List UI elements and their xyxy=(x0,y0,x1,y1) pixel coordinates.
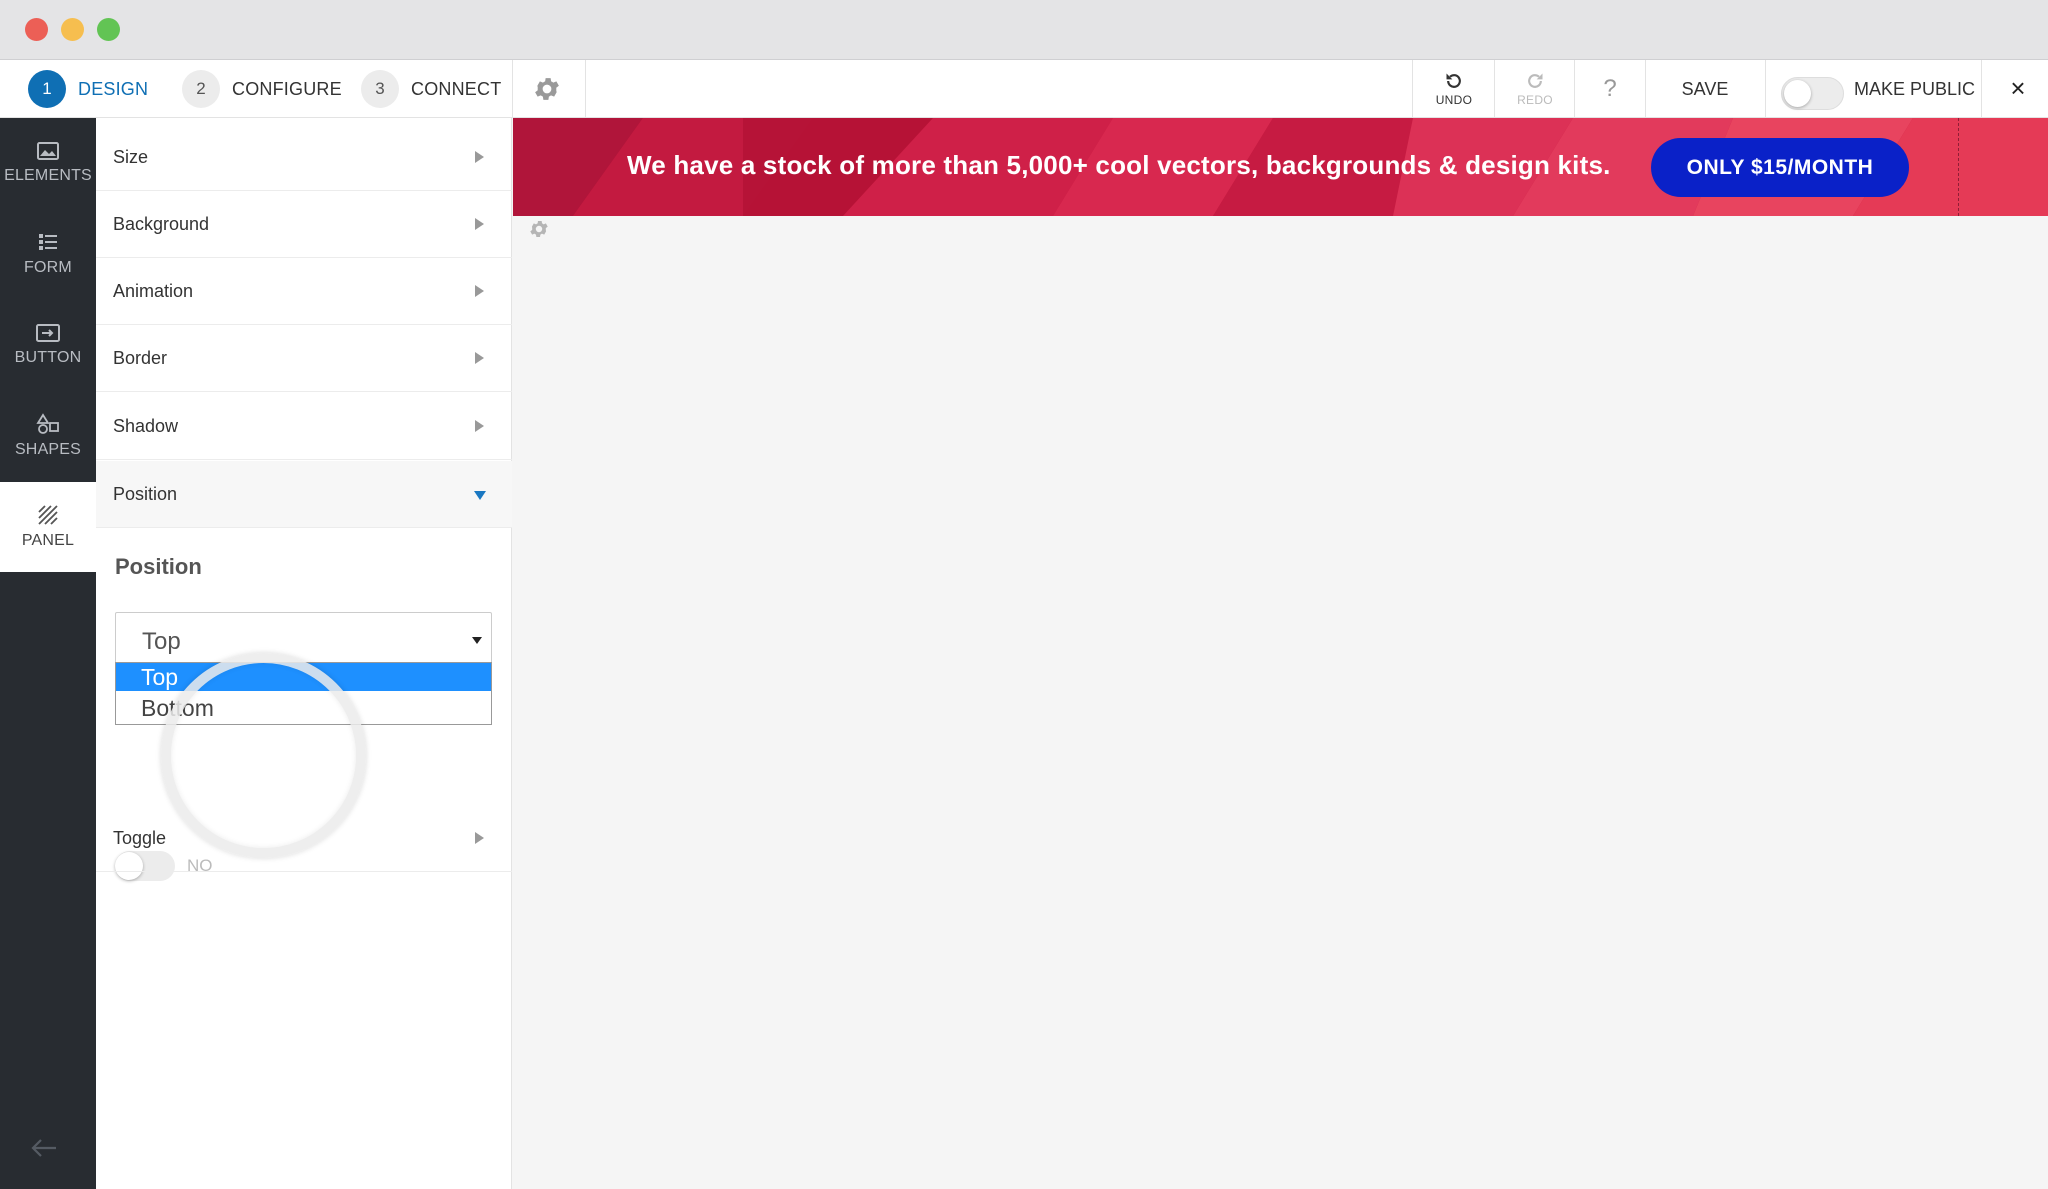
step-number: 1 xyxy=(28,70,66,108)
toggle-knob xyxy=(1784,80,1811,107)
divider xyxy=(585,60,586,118)
nav-label: BUTTON xyxy=(14,349,82,366)
divider xyxy=(512,60,513,118)
section-label: Animation xyxy=(113,280,194,301)
nav-item-elements[interactable]: ELEMENTS xyxy=(0,118,96,208)
image-icon xyxy=(37,142,59,160)
divider xyxy=(1494,60,1495,118)
step-design[interactable]: 1 DESIGN xyxy=(28,60,148,118)
section-background[interactable]: Background xyxy=(96,191,512,258)
guide-line xyxy=(1958,118,1959,216)
undo-button[interactable]: UNDO xyxy=(1416,60,1492,118)
top-toolbar: 1 DESIGN 2 CONFIGURE 3 CONNECT UNDO REDO… xyxy=(0,60,2048,118)
section-toggle[interactable]: Toggle xyxy=(96,805,512,872)
divider xyxy=(1981,60,1982,118)
divider xyxy=(1765,60,1766,118)
section-label: Toggle xyxy=(113,827,167,848)
save-button[interactable]: SAVE xyxy=(1660,60,1750,118)
list-icon xyxy=(39,234,57,250)
back-arrow-icon[interactable] xyxy=(30,1137,66,1165)
option-top[interactable]: Top xyxy=(116,663,491,691)
nav-label: PANEL xyxy=(21,532,75,549)
window-titlebar xyxy=(0,0,2048,60)
step-number: 3 xyxy=(361,70,399,108)
step-label: CONFIGURE xyxy=(232,78,342,99)
maximize-window-button[interactable] xyxy=(97,18,120,41)
section-label: Border xyxy=(113,347,168,368)
option-bottom[interactable]: Bottom xyxy=(116,694,491,722)
divider xyxy=(1645,60,1646,118)
section-position[interactable]: Position xyxy=(96,461,512,528)
expand-arrow-icon xyxy=(475,151,484,163)
redo-label: REDO xyxy=(1517,93,1553,107)
divider xyxy=(1412,60,1413,118)
step-configure[interactable]: 2 CONFIGURE xyxy=(182,60,342,118)
nav-item-panel[interactable]: PANEL xyxy=(0,482,96,572)
expand-arrow-icon xyxy=(475,352,484,364)
expand-arrow-icon xyxy=(475,218,484,230)
section-border[interactable]: Border xyxy=(96,325,512,392)
shapes-icon xyxy=(36,413,59,434)
panel-icon xyxy=(38,505,58,525)
step-label: CONNECT xyxy=(411,78,502,99)
divider xyxy=(1574,60,1575,118)
collapse-arrow-icon xyxy=(474,491,486,500)
cta-button[interactable]: ONLY $15/MONTH xyxy=(1651,138,1909,197)
nav-label: FORM xyxy=(24,259,72,276)
expand-arrow-icon xyxy=(475,420,484,432)
expand-arrow-icon xyxy=(475,832,484,844)
chevron-down-icon xyxy=(472,637,482,644)
undo-icon xyxy=(1446,73,1461,88)
section-shadow[interactable]: Shadow xyxy=(96,393,512,460)
help-button[interactable]: ? xyxy=(1580,60,1640,118)
position-select[interactable]: Top xyxy=(115,612,492,668)
section-label: Shadow xyxy=(113,415,179,436)
settings-gear-icon[interactable] xyxy=(532,74,562,104)
redo-button[interactable]: REDO xyxy=(1497,60,1573,118)
make-public-label: MAKE PUBLIC xyxy=(1854,79,1976,99)
button-icon xyxy=(36,324,60,342)
position-dropdown: Top Bottom xyxy=(115,662,492,725)
banner-settings-gear-icon[interactable] xyxy=(528,218,552,242)
make-public-toggle[interactable] xyxy=(1781,77,1844,110)
nav-item-form[interactable]: FORM xyxy=(0,209,96,299)
banner-text: We have a stock of more than 5,000+ cool… xyxy=(627,150,1611,180)
step-label: DESIGN xyxy=(78,78,149,99)
minimize-window-button[interactable] xyxy=(61,18,84,41)
expand-arrow-icon xyxy=(475,285,484,297)
position-heading: Position xyxy=(115,554,202,579)
section-label: Position xyxy=(113,483,178,504)
section-size[interactable]: Size xyxy=(96,124,512,191)
close-icon[interactable]: × xyxy=(2000,73,2036,105)
close-window-button[interactable] xyxy=(25,18,48,41)
left-nav: ELEMENTS FORM BUTTON SHAPES PANEL xyxy=(0,118,96,1189)
section-label: Background xyxy=(113,213,210,234)
undo-label: UNDO xyxy=(1435,93,1473,107)
settings-panel: Size Background Animation Border Shadow … xyxy=(96,118,512,1189)
redo-icon xyxy=(1528,73,1543,88)
select-value: Top xyxy=(142,628,181,655)
step-connect[interactable]: 3 CONNECT xyxy=(361,60,501,118)
nav-item-shapes[interactable]: SHAPES xyxy=(0,391,96,481)
section-label: Size xyxy=(113,146,149,167)
section-animation[interactable]: Animation xyxy=(96,258,512,325)
nav-label: ELEMENTS xyxy=(4,167,92,184)
promo-banner[interactable]: We have a stock of more than 5,000+ cool… xyxy=(513,118,2048,216)
nav-item-button[interactable]: BUTTON xyxy=(0,300,96,390)
step-number: 2 xyxy=(182,70,220,108)
nav-label: SHAPES xyxy=(14,441,82,458)
